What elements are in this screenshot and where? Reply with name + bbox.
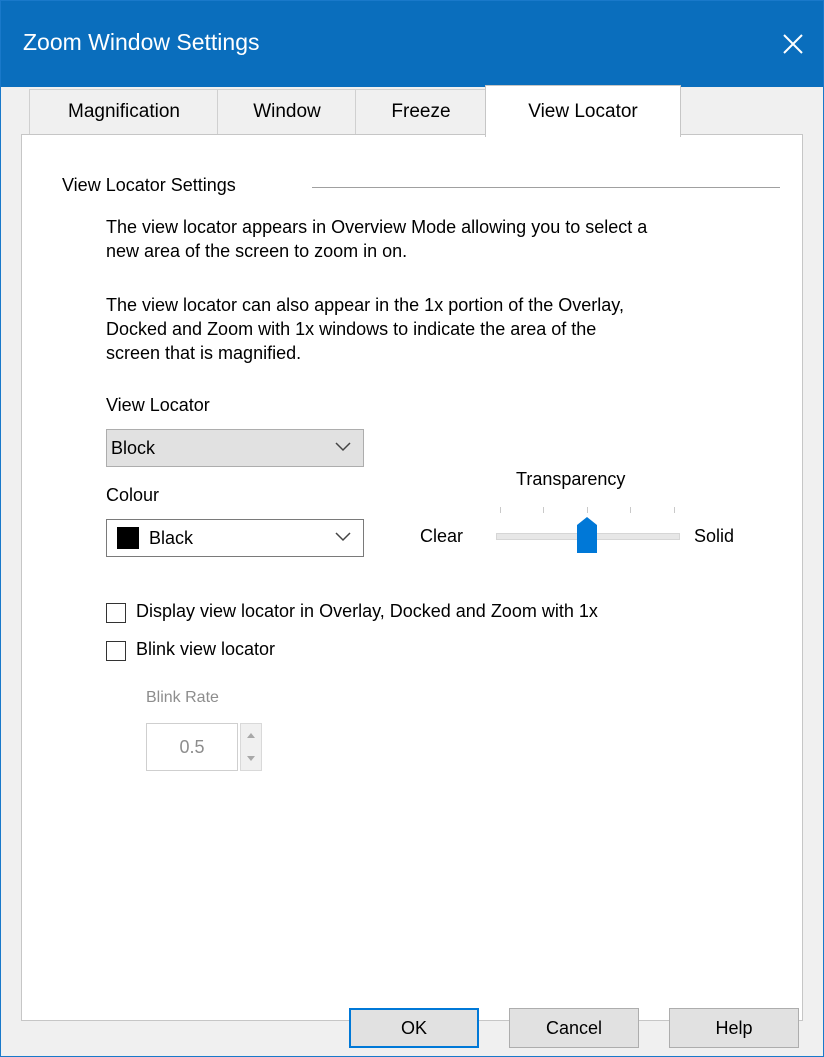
settings-window: Zoom Window Settings Magnification Windo… xyxy=(0,0,824,1057)
display-in-overlay-label[interactable]: Display view locator in Overlay, Docked … xyxy=(136,601,598,622)
blink-label[interactable]: Blink view locator xyxy=(136,639,275,660)
tab-label: Freeze xyxy=(391,101,451,122)
close-icon xyxy=(783,34,803,54)
group-title: View Locator Settings xyxy=(62,175,236,195)
spin-up-icon[interactable] xyxy=(241,724,261,747)
blink-rate-spinner[interactable] xyxy=(240,723,262,771)
description-line: screen that is magnified. xyxy=(106,343,302,363)
view-locator-dropdown[interactable]: Block xyxy=(106,429,364,467)
spin-down-icon[interactable] xyxy=(241,747,261,770)
slider-tick xyxy=(543,507,544,513)
slider-tick xyxy=(674,507,675,513)
view-locator-value: Block xyxy=(111,437,156,458)
cancel-button[interactable]: Cancel xyxy=(509,1008,639,1048)
title-bar: Zoom Window Settings xyxy=(1,1,823,87)
description-line: Docked and Zoom with 1x windows to indic… xyxy=(106,319,597,339)
view-locator-label: View Locator xyxy=(106,395,210,415)
tab-window[interactable]: Window xyxy=(217,89,357,134)
tab-label: View Locator xyxy=(528,100,638,122)
slider-tick xyxy=(587,507,588,513)
help-button-label: Help xyxy=(715,1017,753,1038)
tab-view-locator[interactable]: View Locator xyxy=(485,85,681,137)
chevron-down-icon xyxy=(335,442,351,452)
description-line: The view locator appears in Overview Mod… xyxy=(106,217,648,237)
blink-rate-value: 0.5 xyxy=(179,736,205,757)
transparency-slider[interactable] xyxy=(492,503,682,557)
slider-tick xyxy=(630,507,631,513)
tab-label: Magnification xyxy=(68,101,180,122)
tab-panel: View Locator Settings The view locator a… xyxy=(21,134,803,1021)
group-divider xyxy=(312,187,780,188)
slider-thumb[interactable] xyxy=(577,517,597,553)
ok-button-label: OK xyxy=(400,1017,427,1038)
ok-button[interactable]: OK xyxy=(349,1008,479,1048)
colour-dropdown[interactable]: Black xyxy=(106,519,364,557)
description-paragraph-1: The view locator appears in Overview Mod… xyxy=(106,215,647,263)
blink-rate-input[interactable]: 0.5 xyxy=(146,723,238,771)
description-line: new area of the screen to zoom in on. xyxy=(106,241,408,261)
colour-swatch xyxy=(117,527,139,549)
colour-label: Colour xyxy=(106,485,160,505)
cancel-button-label: Cancel xyxy=(545,1017,603,1038)
help-button[interactable]: Help xyxy=(669,1008,799,1048)
transparency-label: Transparency xyxy=(516,469,626,489)
window-title: Zoom Window Settings xyxy=(23,29,260,55)
transparency-max-label: Solid xyxy=(694,526,735,546)
description-line: The view locator can also appear in the … xyxy=(106,295,624,315)
tab-label: Window xyxy=(253,101,321,122)
chevron-down-icon xyxy=(335,532,351,542)
close-button[interactable] xyxy=(763,1,823,87)
description-paragraph-2: The view locator can also appear in the … xyxy=(106,293,624,365)
tab-magnification[interactable]: Magnification xyxy=(29,89,219,134)
transparency-min-label: Clear xyxy=(420,526,464,546)
blink-rate-label: Blink Rate xyxy=(146,689,219,706)
slider-tick xyxy=(500,507,501,513)
blink-checkbox[interactable] xyxy=(106,641,126,661)
tab-freeze[interactable]: Freeze xyxy=(355,89,487,134)
display-in-overlay-checkbox[interactable] xyxy=(106,603,126,623)
colour-value: Black xyxy=(149,527,194,548)
